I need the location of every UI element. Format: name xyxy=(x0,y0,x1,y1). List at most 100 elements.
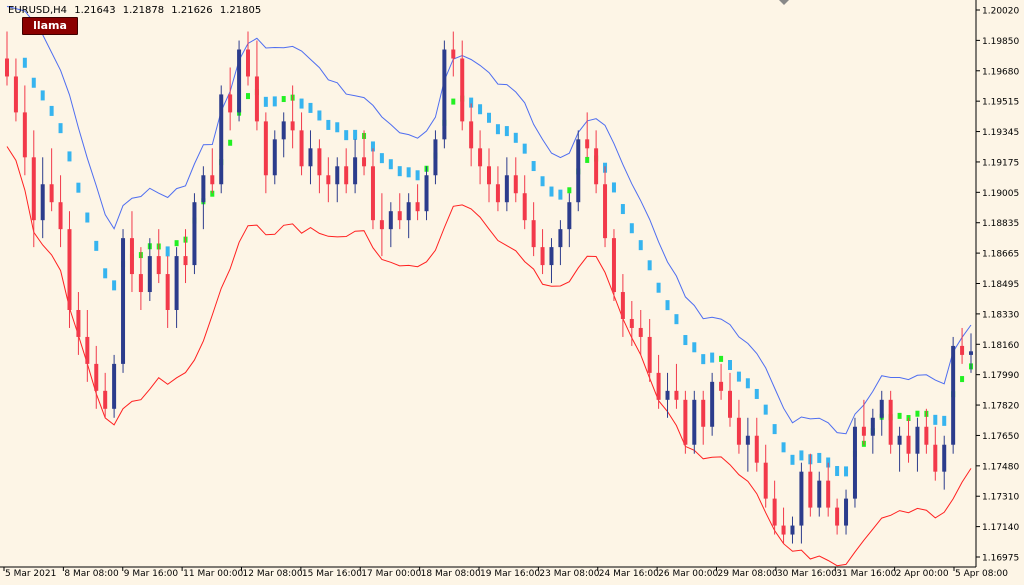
candle-body xyxy=(201,175,206,203)
candle xyxy=(692,390,697,454)
candle-body xyxy=(817,480,822,508)
candle-body xyxy=(13,76,18,113)
symbol-readout: EURUSD,H4 1.21643 1.21878 1.21626 1.2180… xyxy=(8,5,265,16)
candle-body xyxy=(344,166,349,185)
x-tick-label: 9 Mar 16:00 xyxy=(124,569,179,579)
candle-body xyxy=(67,229,72,310)
candle-body xyxy=(281,121,286,140)
candle-body xyxy=(942,444,947,472)
y-tick-label: 1.19515 xyxy=(982,98,1019,108)
candle-body xyxy=(478,148,483,167)
chart-window: 1.20020 1.19850 1.19680 1.19515 1.19345 1.191… xyxy=(0,0,1024,581)
trend-down-bar xyxy=(49,105,54,116)
trend-down-bar xyxy=(495,124,500,135)
candle-body xyxy=(736,417,741,445)
x-tick-label: 23 Mar 08:00 xyxy=(539,569,599,579)
trend-down-bar xyxy=(629,223,634,234)
open-value: 1.21643 xyxy=(74,5,116,16)
trend-down-bar xyxy=(22,57,27,68)
candle-body xyxy=(308,148,313,167)
trend-up-bar xyxy=(960,376,965,383)
candle-body xyxy=(94,363,99,391)
candle-body xyxy=(5,58,9,77)
x-tick-label: 24 Mar 16:00 xyxy=(599,569,659,579)
x-tick-label: 12 Mar 08:00 xyxy=(243,569,303,579)
trend-down-bar xyxy=(799,450,804,461)
x-tick-label: 17 Mar 00:00 xyxy=(361,569,421,579)
trend-down-bar xyxy=(67,151,72,162)
trend-down-bar xyxy=(728,360,732,371)
y-tick-label: 1.19345 xyxy=(982,128,1019,138)
x-tick-label: 31 Mar 16:00 xyxy=(836,569,896,579)
trend-down-bar xyxy=(379,153,384,164)
trend-down-bar xyxy=(835,466,840,477)
chart-background xyxy=(0,0,1024,581)
x-tick-label: 5 Mar 2021 xyxy=(5,569,56,579)
candle-body xyxy=(620,292,625,319)
candle-body xyxy=(433,139,438,176)
x-tick-label: 2 Apr 00:00 xyxy=(896,569,949,579)
trend-down-bar xyxy=(665,300,670,311)
candle-body xyxy=(692,399,697,445)
trend-down-bar xyxy=(406,167,411,178)
trend-down-bar xyxy=(487,112,491,123)
candle-body xyxy=(192,202,197,266)
candle-body xyxy=(772,498,777,526)
candle-body xyxy=(781,525,786,535)
candle-body xyxy=(826,480,831,508)
trend-down-bar xyxy=(263,96,268,107)
candle-body xyxy=(522,193,527,221)
candle-body xyxy=(40,184,45,221)
x-tick-label: 29 Mar 08:00 xyxy=(718,569,778,579)
trend-down-bar xyxy=(326,119,331,130)
candle-body xyxy=(603,184,608,239)
trend-down-bar xyxy=(942,415,947,426)
candle-body xyxy=(808,471,813,508)
trend-down-bar xyxy=(31,77,36,88)
candle-body xyxy=(611,238,616,293)
y-tick-label: 1.18330 xyxy=(982,310,1019,320)
candle-body xyxy=(85,336,90,364)
x-tick-label: 11 Mar 00:00 xyxy=(183,569,243,579)
candle-body xyxy=(219,94,224,185)
x-tick-label: 30 Mar 16:00 xyxy=(777,569,837,579)
candle-body xyxy=(76,309,81,337)
candle-body xyxy=(710,381,715,427)
trend-down-bar xyxy=(781,442,786,453)
candle-body xyxy=(951,345,956,445)
trend-down-bar xyxy=(844,466,849,477)
candle xyxy=(576,130,581,212)
candle-body xyxy=(933,444,938,472)
y-tick-label: 1.19680 xyxy=(982,67,1019,77)
candle-body xyxy=(790,525,795,535)
candle-body xyxy=(379,220,384,230)
trend-up-bar xyxy=(451,98,456,105)
candle-body xyxy=(326,175,331,185)
candle xyxy=(683,390,688,454)
trend-down-bar xyxy=(558,189,563,200)
indicator-badge[interactable]: llama xyxy=(22,17,78,35)
x-tick-label: 18 Mar 08:00 xyxy=(421,569,481,579)
candle-body xyxy=(567,202,572,230)
trend-down-bar xyxy=(165,246,170,257)
candle xyxy=(611,229,616,302)
candle-body xyxy=(103,390,108,409)
candle-body xyxy=(299,130,304,167)
candle-body xyxy=(353,157,358,185)
trend-down-bar xyxy=(763,404,768,415)
candle-body xyxy=(254,76,259,122)
y-tick-label: 1.17820 xyxy=(982,402,1019,412)
candle-body xyxy=(763,462,768,499)
y-tick-label: 1.20020 xyxy=(982,7,1019,17)
candle-body xyxy=(861,426,866,436)
candle-body xyxy=(754,435,759,463)
candle-body xyxy=(969,351,973,355)
trend-down-bar xyxy=(103,268,108,279)
trend-up-bar xyxy=(281,96,286,103)
trend-down-bar xyxy=(683,335,688,346)
trend-down-bar xyxy=(531,161,536,172)
y-tick-label: 1.18665 xyxy=(982,250,1019,260)
candle-body xyxy=(585,139,590,149)
candle-body xyxy=(362,157,367,167)
candle-body xyxy=(112,363,117,409)
